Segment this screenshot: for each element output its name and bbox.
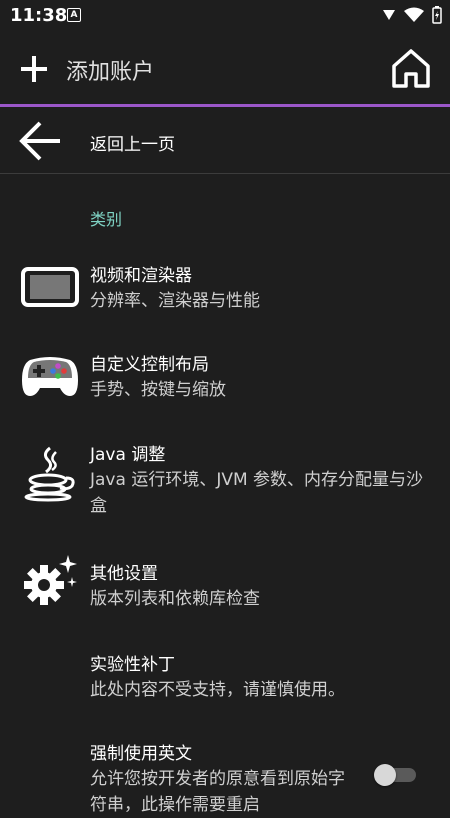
item-subtitle: 允许您按开发者的原意看到原始字符串，此操作需要重启 [90, 769, 345, 815]
settings-item-controls[interactable]: 自定义控制布局 手势、按键与缩放 [0, 350, 450, 410]
notification-icon: A [67, 8, 81, 22]
gear-sparkle-icon [24, 555, 77, 605]
home-icon[interactable] [388, 46, 434, 92]
item-subtitle: 此处内容不受支持，请谨慎使用。 [90, 680, 345, 700]
item-title: 自定义控制布局 [90, 355, 209, 375]
system-icons [382, 6, 442, 24]
back-button[interactable]: 返回上一页 [0, 107, 450, 173]
item-title: 其他设置 [90, 564, 158, 584]
signal-icon [383, 10, 395, 20]
item-subtitle: 分辨率、渲染器与性能 [90, 291, 260, 311]
settings-item-other[interactable]: 其他设置 版本列表和依赖库检查 [0, 555, 450, 619]
category-header: 类别 [90, 210, 123, 229]
item-title: 强制使用英文 [90, 744, 192, 764]
toggle-knob [374, 764, 396, 786]
add-account-title[interactable]: 添加账户 [66, 54, 154, 86]
app-bar: 添加账户 [0, 32, 450, 104]
battery-icon [432, 6, 442, 24]
force-english-toggle[interactable] [374, 764, 418, 786]
back-arrow-icon [19, 121, 60, 161]
wifi-icon [404, 7, 424, 22]
item-title: 实验性补丁 [90, 655, 175, 675]
settings-item-experimental[interactable]: 实验性补丁 此处内容不受支持，请谨慎使用。 [0, 650, 450, 706]
status-bar: 11:38 A [0, 0, 450, 32]
java-icon [24, 446, 75, 502]
status-time: 11:38 [10, 5, 68, 26]
add-icon[interactable] [19, 54, 49, 84]
gamepad-icon [22, 357, 78, 396]
item-subtitle: 版本列表和依赖库检查 [90, 589, 260, 609]
divider [0, 173, 450, 174]
display-icon [21, 267, 79, 307]
back-label: 返回上一页 [90, 135, 175, 155]
item-subtitle: 手势、按键与缩放 [90, 380, 226, 400]
item-title: 视频和渲染器 [90, 266, 192, 286]
item-title: Java 调整 [90, 445, 166, 465]
item-subtitle: Java 运行环境、JVM 参数、内存分配量与沙盒 [90, 470, 424, 516]
settings-item-java[interactable]: Java 调整 Java 运行环境、JVM 参数、内存分配量与沙盒 [0, 440, 450, 520]
settings-item-video[interactable]: 视频和渲染器 分辨率、渲染器与性能 [0, 261, 450, 321]
